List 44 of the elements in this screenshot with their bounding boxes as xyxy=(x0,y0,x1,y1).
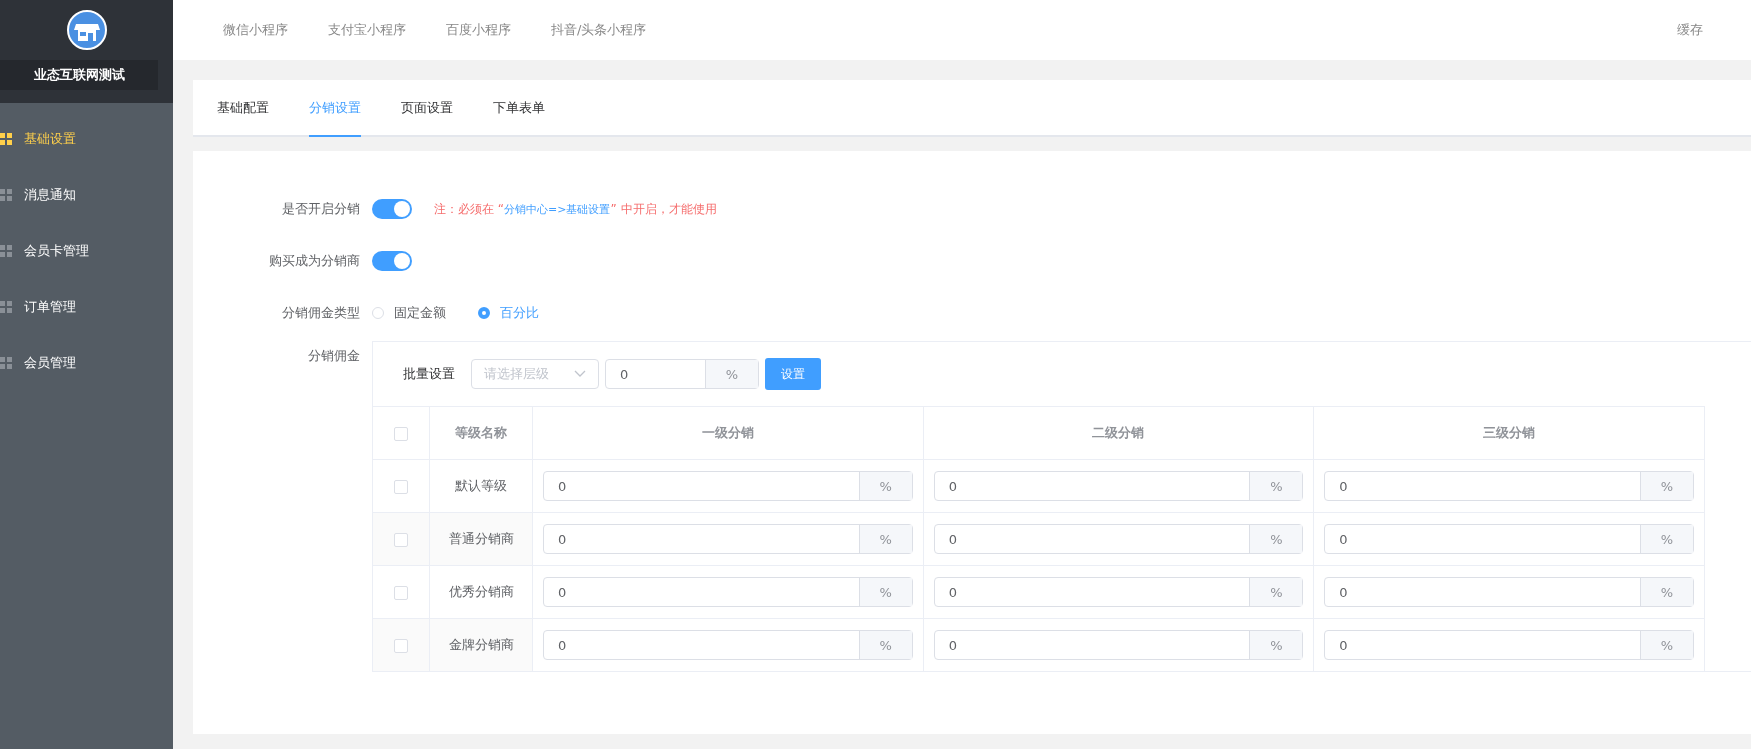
sidebar-item[interactable]: 消息通知 xyxy=(0,167,173,223)
note-text: 注：必须在 “分销中心=>基础设置” 中开启，才能使用 xyxy=(434,200,717,218)
field-label: 分销佣金 xyxy=(307,347,360,365)
table-cell: 金牌分销商 xyxy=(429,618,533,671)
grid-icon xyxy=(0,301,12,313)
toggle-switch[interactable] xyxy=(372,199,412,219)
checkbox[interactable] xyxy=(394,532,408,547)
column-header: 二级分销 xyxy=(923,406,1314,460)
toggle-switch[interactable] xyxy=(372,251,412,271)
table-cell: 优秀分销商 xyxy=(429,565,533,619)
batch-label: 批量设置 xyxy=(403,365,455,383)
field-label: 是否开启分销 xyxy=(281,200,360,218)
top-nav-link[interactable]: 百度小程序 xyxy=(446,21,511,39)
sidebar-item[interactable]: 基础设置 xyxy=(0,111,173,167)
radio-button[interactable] xyxy=(478,307,490,319)
top-nav-link[interactable]: 支付宝小程序 xyxy=(328,21,406,39)
shop-name: 业态互联网测试 xyxy=(0,60,158,90)
radio-option[interactable]: 固定金额 xyxy=(372,304,446,322)
table-cell: 默认等级 xyxy=(429,459,533,513)
grid-icon xyxy=(0,245,12,257)
grid-icon xyxy=(0,189,12,201)
checkbox[interactable] xyxy=(394,638,408,653)
table-cell: 普通分销商 xyxy=(429,512,533,566)
grid-icon xyxy=(0,357,12,369)
checkbox[interactable] xyxy=(394,426,408,441)
grid-icon xyxy=(0,133,12,145)
store-icon xyxy=(66,10,107,50)
column-header: 等级名称 xyxy=(429,406,533,460)
top-nav-link[interactable]: 微信小程序 xyxy=(223,21,288,39)
field-label: 分销佣金类型 xyxy=(281,304,360,322)
column-header: 一级分销 xyxy=(532,406,924,460)
field-label: 购买成为分销商 xyxy=(268,252,360,270)
checkbox[interactable] xyxy=(394,585,408,600)
top-nav-link[interactable]: 抖音/头条小程序 xyxy=(551,21,647,39)
checkbox[interactable] xyxy=(394,479,408,494)
chevron-down-icon xyxy=(574,370,586,378)
cache-link[interactable]: 缓存 xyxy=(1677,21,1703,39)
tab[interactable]: 下单表单 xyxy=(493,80,545,137)
tab[interactable]: 页面设置 xyxy=(401,80,453,137)
sidebar-item[interactable]: 订单管理 xyxy=(0,279,173,335)
sidebar-item[interactable]: 会员管理 xyxy=(0,335,173,391)
sidebar-item[interactable]: 会员卡管理 xyxy=(0,223,173,279)
column-header: 三级分销 xyxy=(1313,406,1705,460)
tab[interactable]: 基础配置 xyxy=(217,80,269,137)
